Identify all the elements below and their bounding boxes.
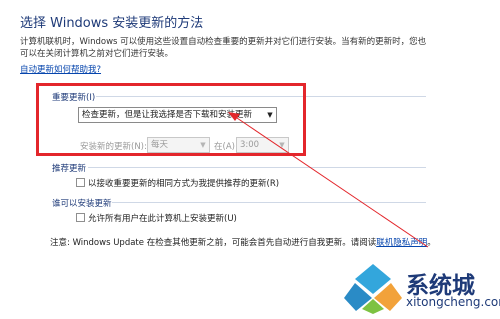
watermark-logo-icon <box>344 264 402 314</box>
arrow-line <box>236 117 429 248</box>
arrow-head <box>228 112 240 121</box>
watermark-url: xitongcheng.com <box>406 295 500 309</box>
